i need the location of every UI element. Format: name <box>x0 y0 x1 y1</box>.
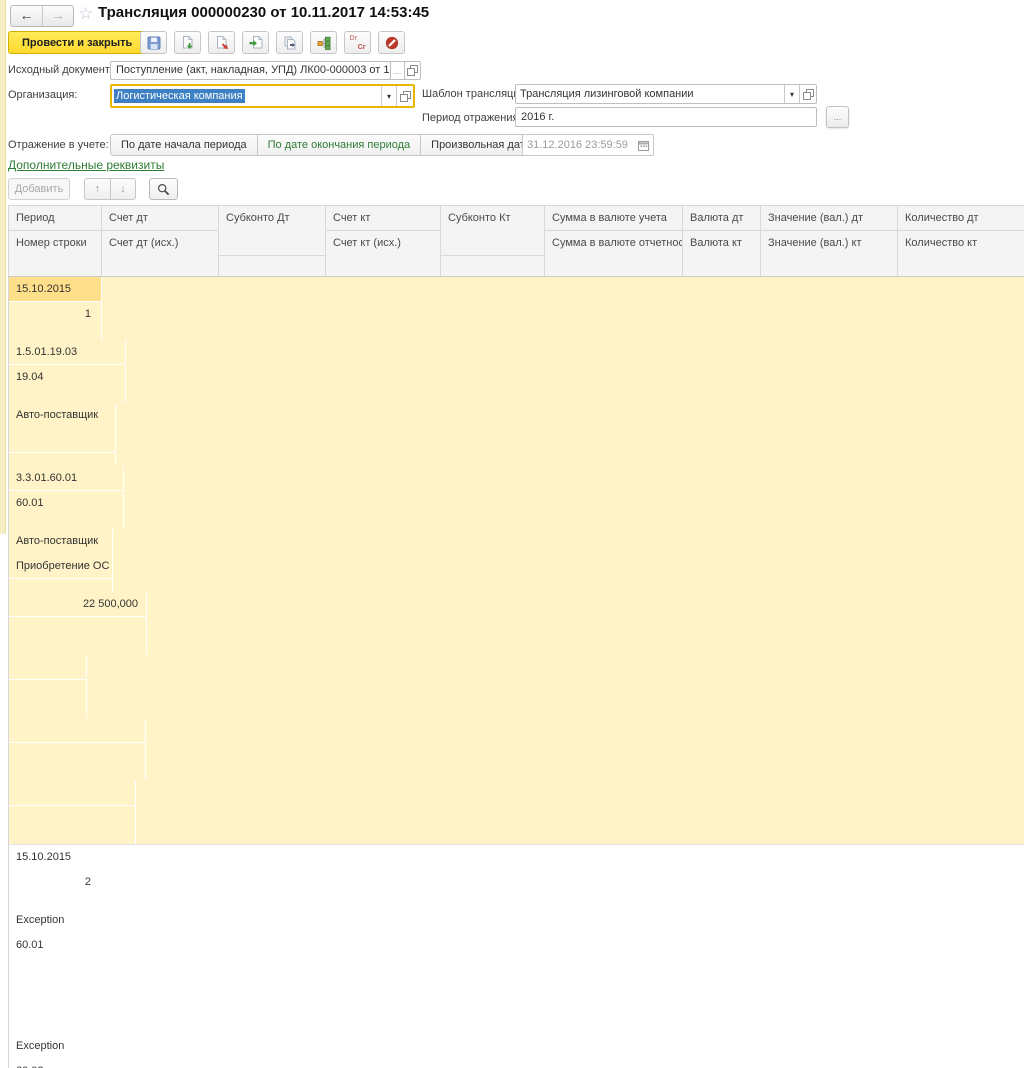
save-icon[interactable] <box>140 31 167 54</box>
col-header-amount: Сумма в валюте учетаСумма в валюте отчет… <box>545 206 683 276</box>
form-accent-strip <box>0 0 6 534</box>
source-doc-field[interactable]: Поступление (акт, накладная, УПД) ЛК00-0… <box>110 61 391 80</box>
organization-value[interactable]: Логистическая компания <box>112 86 381 106</box>
period-field[interactable]: 2016 г. <box>515 107 817 127</box>
table-row[interactable]: 15.10.20152 Exception60.01 Exception60.0… <box>9 845 1024 1068</box>
col-header-quantity: Количество дтКоличество кт <box>898 206 1024 276</box>
organization-label: Организация: <box>8 89 77 101</box>
cell-acct-kt[interactable]: 3.3.01.60.0160.01 <box>9 466 124 529</box>
reflection-date-field[interactable]: 31.12.2016 23:59:59 <box>522 134 654 156</box>
cell-acct-dt[interactable]: Exception60.01 <box>9 908 126 971</box>
document-movements-icon[interactable] <box>310 31 337 54</box>
command-bar: DrCr <box>140 31 405 54</box>
cell-acct-kt[interactable]: Exception60.02 <box>9 1034 124 1068</box>
additional-attributes-link[interactable]: Дополнительные реквизиты <box>8 158 164 172</box>
col-header-subconto-dt: Субконто Дт <box>219 206 326 276</box>
post-and-close-button[interactable]: Провести и закрыть <box>8 31 146 54</box>
cell-subconto-kt[interactable]: Авто-поставщикПриобретение ОС <box>9 529 113 592</box>
source-doc-label: Исходный документ: <box>8 64 113 76</box>
template-open-icon[interactable] <box>799 85 816 103</box>
cell-value-cur[interactable] <box>9 718 146 781</box>
organization-dropdown-icon[interactable]: ▾ <box>381 86 396 106</box>
dr-cr-icon[interactable]: DrCr <box>344 31 371 54</box>
col-header-acct-dt: Счет дтСчет дт (исх.) <box>102 206 219 276</box>
post-document-icon[interactable] <box>174 31 201 54</box>
template-label: Шаблон трансляции: <box>422 88 529 100</box>
cancel-posting-icon[interactable] <box>378 31 405 54</box>
toggle-period-start[interactable]: По дате начала периода <box>111 135 257 155</box>
cell-acct-dt[interactable]: 1.5.01.19.0319.04 <box>9 340 126 403</box>
period-choose-button[interactable]: ... <box>826 106 849 128</box>
forward-button[interactable]: → <box>42 6 73 26</box>
source-doc-open-icon[interactable] <box>404 61 421 80</box>
document-form: { "window": { "title": "Трансляция 00000… <box>0 0 1024 534</box>
cell-subconto-dt[interactable]: Авто-поставщик <box>9 403 116 466</box>
cell-quantity[interactable] <box>9 781 136 844</box>
favorite-star-icon[interactable]: ☆ <box>78 4 93 24</box>
cell-subconto-dt[interactable] <box>9 971 116 1034</box>
back-button[interactable]: ← <box>11 6 42 26</box>
reflection-toggle-group: По дате начала периода По дате окончания… <box>110 134 542 156</box>
move-down-icon[interactable]: ↓ <box>110 179 135 199</box>
table-row[interactable]: 15.10.20151 1.5.01.19.0319.04 Авто-поста… <box>9 277 1024 845</box>
history-nav-group: ← → <box>10 5 74 27</box>
move-row-group: ↑ ↓ <box>84 178 136 200</box>
cell-currency[interactable] <box>9 655 87 718</box>
source-doc-choose-button[interactable]: ... <box>390 61 405 80</box>
period-label: Период отражения: <box>422 112 522 124</box>
table-header: ПериодНомер строки Счет дтСчет дт (исх.)… <box>9 206 1024 277</box>
toggle-period-end[interactable]: По дате окончания периода <box>257 135 421 155</box>
reflection-date-value: 31.12.2016 23:59:59 <box>527 139 634 151</box>
move-up-icon[interactable]: ↑ <box>85 179 110 199</box>
col-header-subconto-kt: Субконто Кт <box>441 206 545 276</box>
create-based-on-icon[interactable] <box>242 31 269 54</box>
page-title: Трансляция 000000230 от 10.11.2017 14:53… <box>98 4 429 21</box>
organization-open-icon[interactable] <box>396 86 413 106</box>
copy-document-icon[interactable] <box>276 31 303 54</box>
search-icon[interactable] <box>149 178 178 200</box>
add-row-button[interactable]: Добавить <box>8 178 70 200</box>
reflection-label: Отражение в учете: <box>8 139 109 151</box>
col-header-currency: Валюта дтВалюта кт <box>683 206 761 276</box>
unpost-document-icon[interactable] <box>208 31 235 54</box>
calendar-icon[interactable] <box>638 140 649 151</box>
col-header-acct-kt: Счет ктСчет кт (исх.) <box>326 206 441 276</box>
cell-amount[interactable]: 22 500,000 <box>9 592 147 655</box>
template-dropdown-icon[interactable]: ▾ <box>784 85 799 103</box>
cell-period[interactable]: 15.10.20152 <box>9 845 102 908</box>
template-combobox[interactable]: Трансляция лизинговой компании ▾ <box>515 84 817 104</box>
organization-combobox[interactable]: Логистическая компания ▾ <box>110 84 415 108</box>
col-header-value-cur: Значение (вал.) дтЗначение (вал.) кт <box>761 206 898 276</box>
col-header-period: ПериодНомер строки <box>9 206 102 276</box>
template-value[interactable]: Трансляция лизинговой компании <box>516 85 784 103</box>
cell-period[interactable]: 15.10.20151 <box>9 277 102 340</box>
translation-table: ПериодНомер строки Счет дтСчет дт (исх.)… <box>8 205 1024 1068</box>
